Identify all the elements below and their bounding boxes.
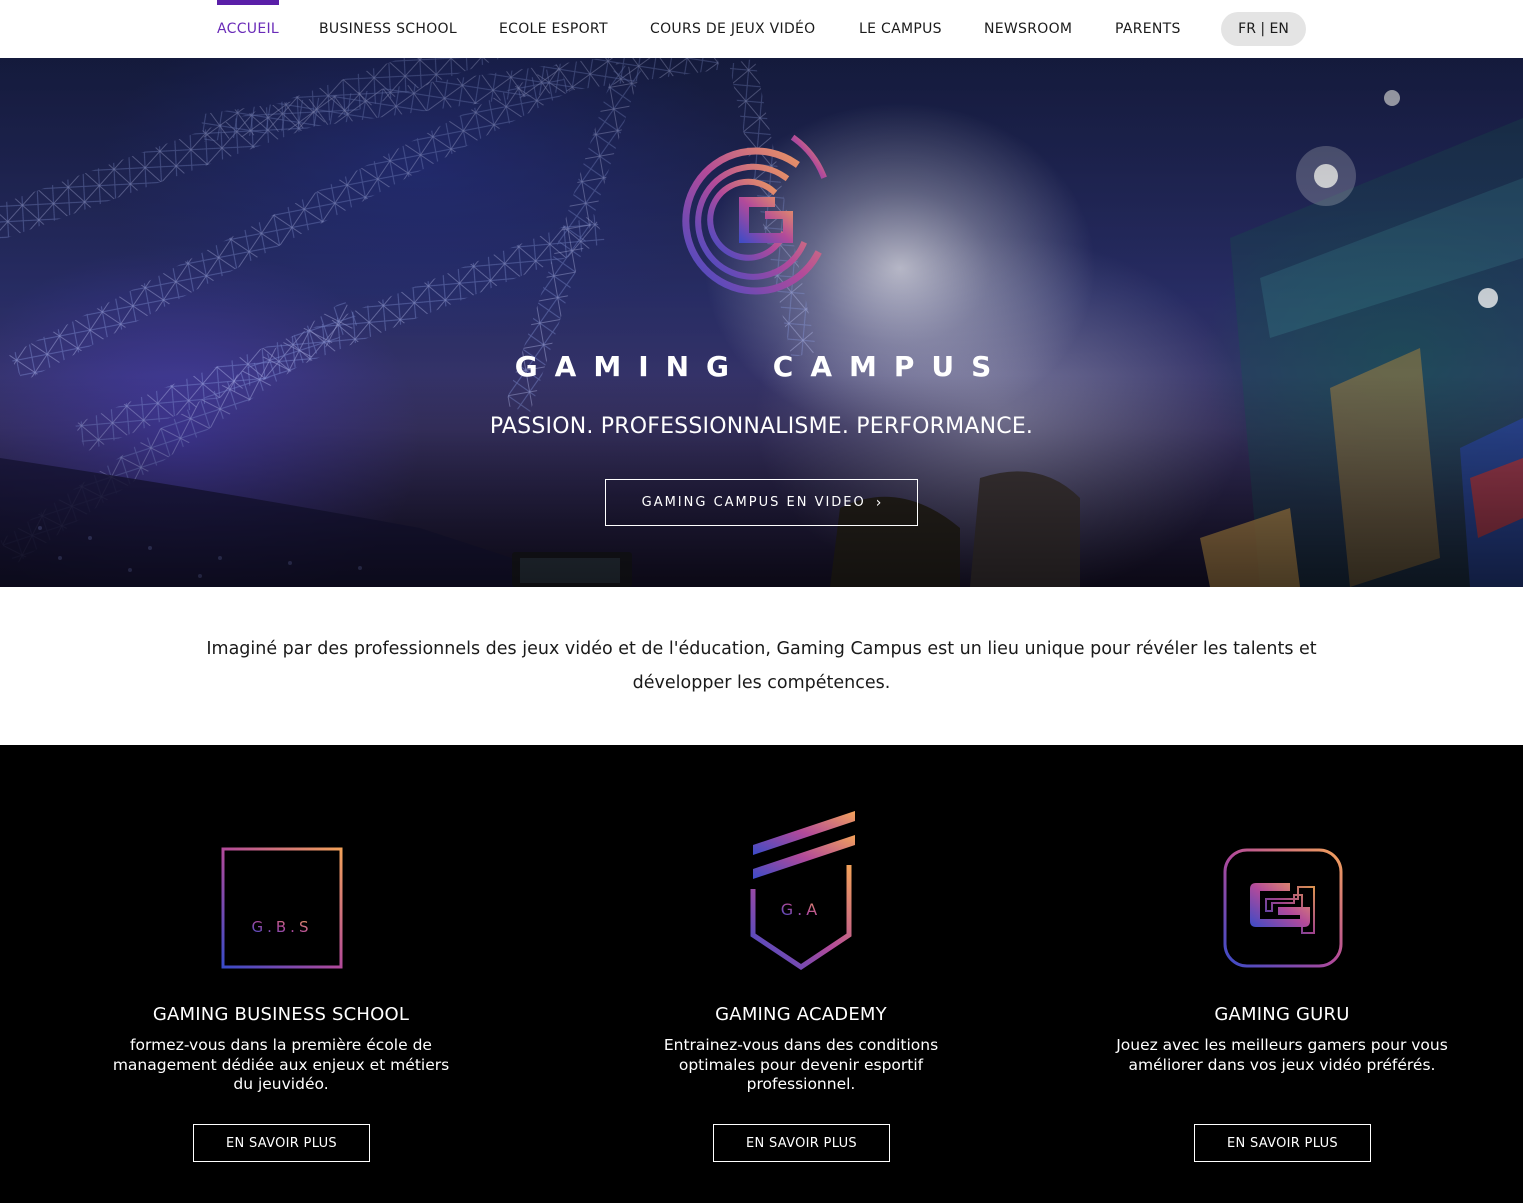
program-card-academy: G.A GAMING ACADEMY Entrainez-vous dans d… [591,745,1011,1203]
language-switcher[interactable]: FR | EN [1221,12,1306,46]
video-button-label: GAMING CAMPUS EN VIDEO [641,495,866,510]
gaming-campus-logo-icon [682,134,827,295]
nav-item-parents[interactable]: PARENTS [1115,0,1181,58]
gbs-square-icon: G.B.S [221,847,343,969]
program-card-business-school: G.B.S GAMING BUSINESS SCHOOL formez-vous… [71,745,491,1203]
program-title: GAMING GURU [1214,1004,1350,1025]
gg-rounded-square-icon [1223,848,1343,968]
video-button[interactable]: GAMING CAMPUS EN VIDEO › [605,479,918,526]
top-navigation: ACCUEIL BUSINESS SCHOOL ECOLE ESPORT COU… [0,0,1523,58]
program-description: Entrainez-vous dans des conditions optim… [663,1036,939,1093]
nav-item-cours-jeux-video[interactable]: COURS DE JEUX VIDÉO [650,0,816,58]
intro-text: Imaginé par des professionnels des jeux … [206,639,1317,693]
nav-item-le-campus[interactable]: LE CAMPUS [859,0,942,58]
program-title: GAMING ACADEMY [715,1004,887,1025]
program-description: formez-vous dans la première école de ma… [112,1036,450,1093]
chevron-right-icon: › [875,494,882,511]
hero-banner: GAMING CAMPUS PASSION. PROFESSIONNALISME… [0,58,1523,587]
program-card-guru: GAMING GURU Jouez avec les meilleurs gam… [1072,745,1492,1203]
hero-tagline: PASSION. PROFESSIONNALISME. PERFORMANCE. [489,414,1034,439]
ga-icon-text: G.A [781,900,821,919]
ga-shield-icon: G.A [750,811,855,971]
gbs-icon-text: G.B.S [252,918,313,936]
nav-item-accueil[interactable]: ACCUEIL [217,0,280,58]
program-title: GAMING BUSINESS SCHOOL [152,1004,410,1025]
brand-title: GAMING CAMPUS [514,350,1009,383]
learn-more-button[interactable]: EN SAVOIR PLUS [193,1124,370,1162]
programs-section: G.B.S GAMING BUSINESS SCHOOL formez-vous… [0,745,1523,1203]
nav-item-ecole-esport[interactable]: ECOLE ESPORT [499,0,608,58]
learn-more-button[interactable]: EN SAVOIR PLUS [1194,1124,1371,1162]
learn-more-button[interactable]: EN SAVOIR PLUS [713,1124,890,1162]
nav-item-business-school[interactable]: BUSINESS SCHOOL [319,0,457,58]
program-description: Jouez avec les meilleurs gamers pour vou… [1116,1036,1448,1074]
nav-item-newsroom[interactable]: NEWSROOM [984,0,1072,58]
